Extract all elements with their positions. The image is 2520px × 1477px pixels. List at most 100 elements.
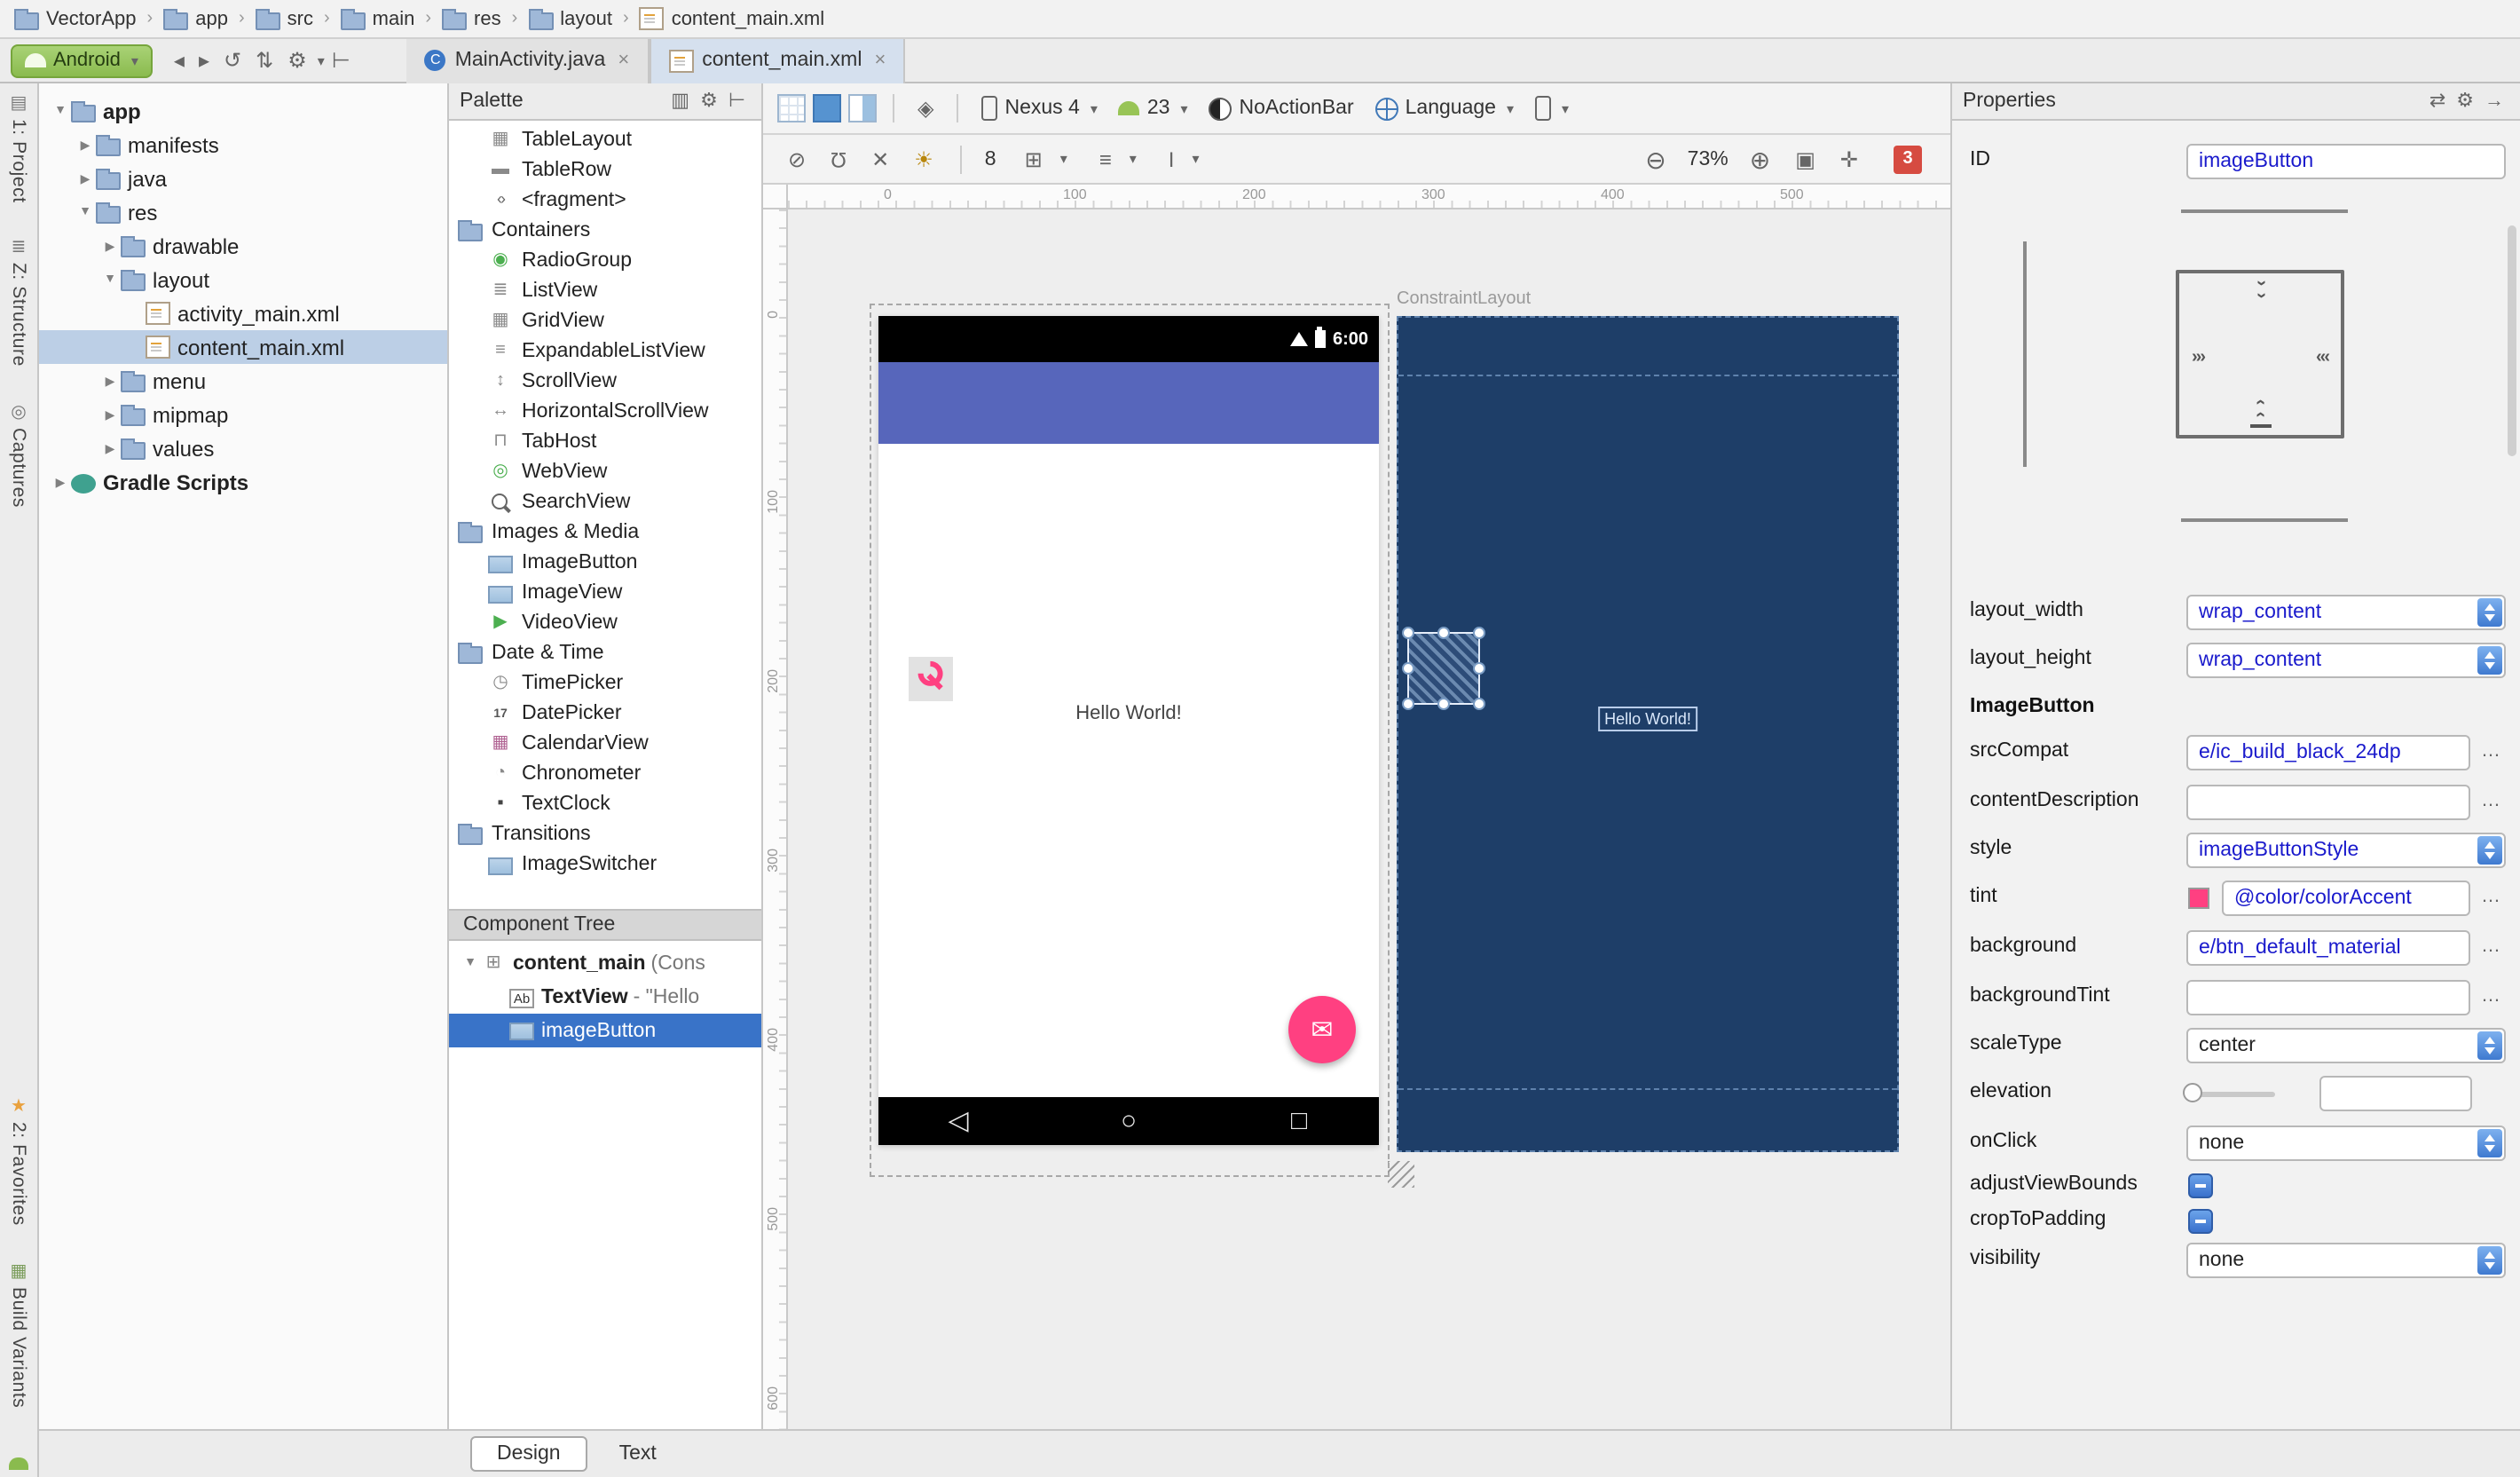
swap-panel-icon[interactable]: ⇄ bbox=[2429, 89, 2445, 114]
margin-selector[interactable]: ⊞ ▾ bbox=[1018, 146, 1067, 171]
scrollbar[interactable] bbox=[2508, 225, 2516, 456]
gear-icon[interactable]: ⚙ bbox=[700, 89, 718, 114]
hello-world-blueprint[interactable]: Hello World! bbox=[1597, 707, 1698, 731]
palette-item[interactable]: TableLayout bbox=[449, 124, 761, 154]
selection-handle[interactable] bbox=[1473, 662, 1485, 675]
project-tree-item[interactable]: activity_main.xml bbox=[39, 296, 447, 330]
autoconnect-icon[interactable]: Ω bbox=[831, 146, 847, 171]
selection-handle[interactable] bbox=[1402, 662, 1414, 675]
expand-arrow-icon[interactable]: ▶ bbox=[75, 171, 96, 186]
tool-button-captures[interactable]: Captures bbox=[8, 403, 29, 508]
tool-button-build[interactable]: Build Variants bbox=[8, 1262, 29, 1408]
style-select[interactable]: imageButtonStyle bbox=[2186, 833, 2506, 868]
browse-button[interactable]: … bbox=[2481, 936, 2500, 957]
palette-item[interactable]: TimePicker bbox=[449, 667, 761, 698]
selection-handle[interactable] bbox=[1402, 698, 1414, 710]
expand-panel-icon[interactable]: → bbox=[2485, 89, 2504, 114]
palette-item[interactable]: HorizontalScrollView bbox=[449, 396, 761, 426]
palette-item[interactable]: ScrollView bbox=[449, 366, 761, 396]
browse-button[interactable]: … bbox=[2481, 790, 2500, 811]
locale-selector[interactable]: Language ▾ bbox=[1374, 97, 1514, 120]
nav-back-icon[interactable]: ◂ bbox=[174, 48, 185, 73]
tint-input[interactable]: @color/colorAccent bbox=[2222, 881, 2470, 916]
constraint-top-margin-line[interactable] bbox=[2181, 209, 2348, 213]
background-input[interactable]: e/btn_default_material bbox=[2186, 930, 2470, 966]
recents-icon[interactable]: □ bbox=[1291, 1097, 1307, 1145]
project-tree-item[interactable]: ▶ mipmap bbox=[39, 398, 447, 431]
browse-button[interactable]: … bbox=[2481, 740, 2500, 762]
error-badge[interactable]: 3 bbox=[1894, 145, 1922, 173]
breadcrumb-item[interactable]: app bbox=[160, 8, 232, 29]
tab-text[interactable]: Text bbox=[595, 1438, 681, 1470]
constraint-widget[interactable]: › › ››› ‹‹‹ › › bbox=[2176, 270, 2344, 438]
project-tree-item[interactable]: ▼ app bbox=[39, 94, 447, 128]
tool-button-project[interactable]: 1: Project bbox=[8, 94, 29, 203]
close-icon[interactable]: × bbox=[874, 50, 886, 71]
resize-handle-icon[interactable] bbox=[1388, 1161, 1414, 1188]
palette-item[interactable]: Containers bbox=[449, 215, 761, 245]
zoom-fit-icon[interactable]: ▣ bbox=[1795, 146, 1815, 171]
api-selector[interactable]: 23 ▾ bbox=[1118, 98, 1188, 119]
palette-item[interactable]: TextClock bbox=[449, 788, 761, 818]
expand-arrow-icon[interactable]: ▶ bbox=[50, 475, 71, 489]
close-icon[interactable]: × bbox=[618, 50, 629, 71]
palette-item[interactable]: <fragment> bbox=[449, 185, 761, 215]
palette-item[interactable]: WebView bbox=[449, 456, 761, 486]
infer-constraints-icon[interactable]: ☀ bbox=[914, 146, 933, 171]
selection-handle[interactable] bbox=[1473, 698, 1485, 710]
expand-arrow-icon[interactable]: ▶ bbox=[99, 407, 121, 422]
run-config-selector[interactable]: Android ▾ bbox=[11, 43, 153, 77]
zoom-out-icon[interactable]: ⊖ bbox=[1645, 146, 1666, 171]
theme-editor-icon[interactable]: ◈ bbox=[917, 96, 933, 121]
expand-arrow-icon[interactable]: ▼ bbox=[50, 105, 71, 117]
hide-panel-icon[interactable]: ⊢ bbox=[728, 89, 745, 114]
orientation-selector[interactable]: ▾ bbox=[1535, 96, 1569, 121]
palette-item[interactable]: GridView bbox=[449, 305, 761, 336]
palette-item[interactable]: Date & Time bbox=[449, 637, 761, 667]
tab-mainactivity[interactable]: MainActivity.java × bbox=[406, 38, 650, 83]
selection-handle[interactable] bbox=[1437, 698, 1450, 710]
expand-arrow-icon[interactable]: ▶ bbox=[99, 374, 121, 388]
breadcrumb-item[interactable]: layout bbox=[524, 8, 616, 29]
visibility-select[interactable]: none bbox=[2186, 1243, 2506, 1278]
project-tree-item[interactable]: ▶ manifests bbox=[39, 128, 447, 162]
tool-button-favorites[interactable]: 2: Favorites bbox=[8, 1098, 29, 1227]
palette-item[interactable]: Images & Media bbox=[449, 517, 761, 547]
tab-content-main[interactable]: content_main.xml × bbox=[649, 38, 906, 83]
constraint-left-margin-line[interactable] bbox=[2023, 241, 2027, 467]
blueprint-preview[interactable]: Hello World! bbox=[1397, 316, 1899, 1152]
breadcrumb-item[interactable]: res bbox=[438, 8, 505, 29]
device-selector[interactable]: Nexus 4 ▾ bbox=[981, 96, 1098, 121]
layout-width-select[interactable]: wrap_content bbox=[2186, 595, 2506, 630]
palette-item[interactable]: ExpandableListView bbox=[449, 336, 761, 366]
contentdescription-input[interactable] bbox=[2186, 785, 2470, 820]
elevation-slider[interactable] bbox=[2190, 1092, 2275, 1097]
elevation-input[interactable] bbox=[2319, 1076, 2472, 1111]
hello-world-text[interactable]: Hello World! bbox=[878, 703, 1379, 724]
project-tree-item[interactable]: ▼ layout bbox=[39, 263, 447, 296]
palette-item[interactable]: CalendarView bbox=[449, 728, 761, 758]
image-button-blueprint-selected[interactable] bbox=[1402, 627, 1485, 710]
project-tree-item[interactable]: content_main.xml bbox=[39, 330, 447, 364]
pan-icon[interactable]: ✛ bbox=[1840, 146, 1858, 171]
fab-button[interactable]: ✉ bbox=[1288, 996, 1356, 1063]
scaletype-select[interactable]: center bbox=[2186, 1028, 2506, 1063]
srccompat-input[interactable]: e/ic_build_black_24dp bbox=[2186, 735, 2470, 770]
palette-item[interactable]: TableRow bbox=[449, 154, 761, 185]
tint-swatch[interactable] bbox=[2188, 888, 2209, 909]
constraint-bottom-margin-line[interactable] bbox=[2181, 518, 2348, 522]
expand-arrow-icon[interactable]: ▶ bbox=[99, 239, 121, 253]
blueprint-surface-icon[interactable] bbox=[813, 94, 841, 122]
id-input[interactable]: imageButton bbox=[2186, 144, 2506, 179]
project-tree-item[interactable]: ▶ menu bbox=[39, 364, 447, 398]
elevation-slider-thumb[interactable] bbox=[2183, 1083, 2202, 1102]
image-button-design[interactable] bbox=[909, 657, 953, 701]
selection-handle[interactable] bbox=[1473, 627, 1485, 639]
breadcrumb-item[interactable]: src bbox=[252, 8, 317, 29]
palette-item[interactable]: ImageView bbox=[449, 577, 761, 607]
project-tree-item[interactable]: ▶ java bbox=[39, 162, 447, 195]
nav-forward-icon[interactable]: ▸ bbox=[199, 48, 209, 73]
expand-arrow-icon[interactable]: ▶ bbox=[99, 441, 121, 455]
palette-item[interactable]: ListView bbox=[449, 275, 761, 305]
expand-arrow-icon[interactable]: ▼ bbox=[99, 273, 121, 286]
